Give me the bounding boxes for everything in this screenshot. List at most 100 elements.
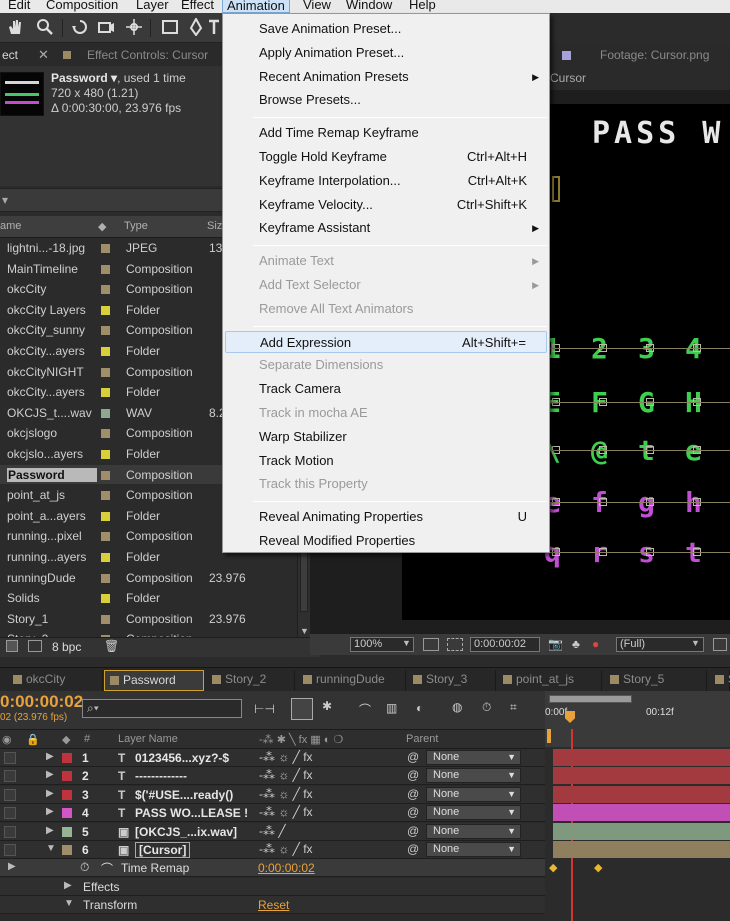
motion-blur-icon[interactable]: ◐ [416, 701, 423, 715]
property-row[interactable]: ▶ ⏱ ⌒ Time Remap 0:00:00:02 [0, 859, 545, 878]
layer-switches-icon[interactable]: -⁂ ☼ ╱ fx [259, 787, 313, 801]
live-update-icon[interactable] [291, 698, 313, 720]
label-color-swatch[interactable] [101, 367, 110, 377]
menu-item-browse-presets[interactable]: Browse Presets... [225, 89, 547, 111]
project-item[interactable]: Story_1 Composition 23.976 [0, 609, 300, 629]
layer-name[interactable]: [Cursor] [135, 842, 191, 858]
timeline-tab[interactable]: okcCity [8, 670, 103, 691]
property-value[interactable]: Reset [258, 898, 289, 912]
camera-orbit-icon[interactable] [97, 18, 115, 36]
layer-name[interactable]: $('#USE....ready() [135, 788, 233, 802]
project-item[interactable]: Solids Folder [0, 588, 300, 609]
visibility-icon[interactable]: ◉ [2, 733, 12, 746]
layer-duration-bar[interactable] [553, 822, 730, 840]
hand-icon[interactable] [6, 18, 24, 36]
label-color-swatch[interactable] [101, 244, 110, 253]
menu-layer[interactable]: Layer [136, 0, 169, 12]
col-type[interactable]: Type [124, 220, 148, 232]
draft-3d-icon[interactable]: ✱ [322, 699, 332, 713]
tab-project[interactable]: ect [2, 48, 18, 62]
menu-item-save-animation-preset[interactable]: Save Animation Preset... [225, 18, 547, 40]
folder-icon[interactable] [6, 640, 18, 652]
color-channels-icon[interactable]: ● [592, 637, 599, 651]
layer-name[interactable]: PASS WO...LEASE ! [135, 806, 248, 820]
layer-name[interactable]: 0123456...xyz?-$ [135, 751, 229, 765]
pick-whip-icon[interactable]: @ [407, 750, 419, 764]
brainstorm-icon[interactable]: ◍ [452, 700, 462, 714]
label-color-swatch[interactable] [101, 470, 110, 480]
label-color-swatch[interactable] [62, 753, 72, 763]
timeline-tab[interactable]: Story_5 [605, 670, 707, 691]
menu-effect[interactable]: Effect [181, 0, 214, 12]
rectangle-tool-icon[interactable] [161, 18, 179, 36]
menu-item-reveal-modified-properties[interactable]: Reveal Modified Properties [225, 530, 547, 552]
hide-shy-icon[interactable]: ⌒ [359, 701, 371, 718]
pick-whip-icon[interactable]: @ [407, 768, 419, 782]
menu-animation[interactable]: Animation [222, 0, 290, 13]
property-row[interactable]: ▶ Effects [0, 877, 545, 896]
menu-item-keyframe-velocity[interactable]: Keyframe Velocity... Ctrl+Shift+K [225, 194, 547, 216]
layer-switches-icon[interactable]: -⁂ ☼ ╱ fx [259, 768, 313, 782]
expand-arrow-icon[interactable]: ▶ [8, 861, 16, 872]
rotate-icon[interactable] [71, 18, 89, 36]
layer-row[interactable]: ▶ 2 T ------------- -⁂ ☼ ╱ fx @ None ▼ [0, 767, 545, 786]
menu-item-warp-stabilizer[interactable]: Warp Stabilizer [225, 426, 547, 448]
switches-icon[interactable]: -⁂ ✱ ╲ fx ▦ ◐ ❍ [259, 733, 343, 746]
menu-composition[interactable]: Composition [46, 0, 118, 12]
col-parent[interactable]: Parent [406, 733, 438, 745]
label-color-swatch[interactable] [62, 845, 72, 855]
timeline-tab[interactable]: Story_2 [207, 670, 295, 691]
show-snapshot-icon[interactable]: ♣ [572, 637, 580, 651]
layer-row[interactable]: ▶ 3 T $('#USE....ready() -⁂ ☼ ╱ fx @ None ▼ [0, 785, 545, 804]
label-color-swatch[interactable] [101, 326, 110, 336]
layer-switches-icon[interactable]: -⁂ ☼ ╱ fx [259, 842, 313, 856]
layer-duration-bar[interactable] [553, 841, 730, 858]
type-tool-icon[interactable] [208, 18, 220, 36]
layer-switches-icon[interactable]: -⁂ ╱ [259, 824, 286, 838]
menu-item-track-in-mocha-ae[interactable]: Track in mocha AE [225, 402, 547, 424]
timeline-search-input[interactable]: ⌕▾ [82, 699, 242, 718]
col-size[interactable]: Siz [207, 220, 222, 232]
label-color-swatch[interactable] [101, 429, 110, 439]
visibility-icon[interactable] [4, 788, 16, 801]
frame-blending-icon[interactable]: ▥ [386, 701, 397, 715]
layer-name[interactable]: ------------- [135, 769, 187, 783]
timeline-tab[interactable]: Story_3 [408, 670, 496, 691]
timeline-tab[interactable]: St [710, 670, 730, 691]
label-color-swatch[interactable] [62, 826, 72, 837]
zoom-icon[interactable] [36, 18, 54, 36]
project-search-bar[interactable]: ▾ [0, 188, 222, 212]
tab-effect-controls[interactable]: Effect Controls: Cursor [87, 48, 208, 62]
expand-arrow-icon[interactable]: ▶ [46, 806, 54, 817]
label-color-swatch[interactable] [101, 408, 110, 418]
menu-item-track-this-property[interactable]: Track this Property [225, 473, 547, 495]
menu-item-reveal-animating-properties[interactable]: Reveal Animating Properties U [225, 506, 547, 528]
layer-duration-bar[interactable] [553, 785, 730, 803]
timeline-tab[interactable]: point_at_js [498, 670, 602, 691]
menu-item-add-text-selector[interactable]: Add Text Selector ▶ [225, 274, 547, 296]
col-name[interactable]: ame [0, 220, 21, 232]
visibility-icon[interactable] [4, 807, 16, 820]
label-color-swatch[interactable] [101, 347, 110, 356]
auto-keyframe-icon[interactable]: ⏱ [482, 700, 491, 715]
lock-icon[interactable]: 🔒 [26, 733, 40, 746]
layer-duration-bar[interactable] [553, 749, 730, 766]
menu-item-add-time-remap-keyframe[interactable]: Add Time Remap Keyframe [225, 122, 547, 144]
menu-item-track-camera[interactable]: Track Camera [225, 378, 547, 400]
layer-row[interactable]: ▶ 1 T 0123456...xyz?-$ -⁂ ☼ ╱ fx @ None ▼ [0, 749, 545, 767]
menu-item-keyframe-interpolation[interactable]: Keyframe Interpolation... Ctrl+Alt+K [225, 170, 547, 192]
menu-item-recent-animation-presets[interactable]: Recent Animation Presets ▶ [225, 66, 547, 88]
layer-name[interactable]: [OKCJS_...ix.wav] [135, 825, 237, 839]
label-color-swatch[interactable] [101, 511, 110, 521]
label-color-swatch[interactable] [62, 789, 72, 800]
menu-view[interactable]: View [303, 0, 331, 12]
tab-footage[interactable]: Footage: Cursor.png [600, 48, 709, 62]
menu-item-track-motion[interactable]: Track Motion [225, 450, 547, 472]
safe-margins-icon[interactable] [423, 638, 439, 651]
label-color-swatch[interactable] [101, 532, 110, 542]
label-color-swatch[interactable] [101, 450, 110, 459]
visibility-icon[interactable] [4, 825, 16, 838]
menu-item-remove-all-text-animators[interactable]: Remove All Text Animators [225, 298, 547, 320]
parent-select[interactable]: None ▼ [426, 805, 521, 821]
visibility-icon[interactable] [4, 752, 16, 764]
